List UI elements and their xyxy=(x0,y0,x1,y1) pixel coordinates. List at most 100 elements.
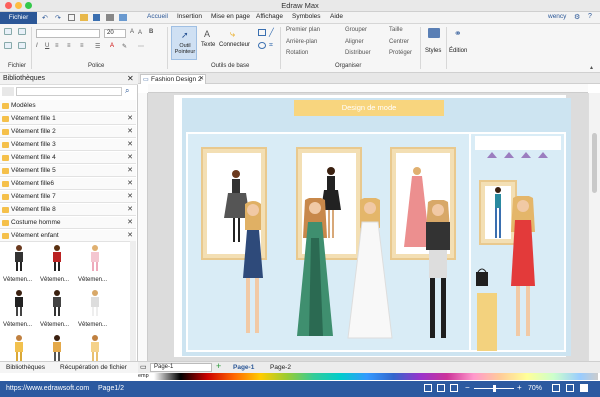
fit-width-icon[interactable] xyxy=(437,384,445,392)
rectangle-icon[interactable] xyxy=(258,29,266,36)
library-item-fille7[interactable]: Vêtement fille 7 ✕ xyxy=(0,191,136,203)
shrink-font-icon[interactable]: A xyxy=(138,30,142,36)
copy-icon[interactable] xyxy=(4,42,12,49)
bring-front-button[interactable]: Premier plan xyxy=(286,27,320,33)
text-options-icon[interactable]: ⋯ xyxy=(138,43,144,50)
library-item-fille1[interactable]: Vêtement fille 1 ✕ xyxy=(0,113,136,125)
bullets-icon[interactable]: ☰ xyxy=(95,43,100,50)
distribute-button[interactable]: Distribuer xyxy=(345,50,371,56)
library-item-vetement-enfant[interactable]: Vêtement enfant ✕ xyxy=(0,230,136,242)
close-icon[interactable]: ✕ xyxy=(127,153,133,161)
font-color-icon[interactable]: A xyxy=(110,43,114,49)
line-icon[interactable]: ╱ xyxy=(269,28,274,37)
close-icon[interactable]: ✕ xyxy=(127,205,133,213)
align-center-icon[interactable]: ≡ xyxy=(67,43,71,49)
menu-accueil[interactable]: Accueil xyxy=(147,13,168,20)
vertical-scrollbar[interactable] xyxy=(588,93,600,361)
font-size-combo[interactable]: 20 xyxy=(104,29,126,38)
close-icon[interactable]: ✕ xyxy=(127,127,133,135)
tab-fashion-design-2[interactable]: ▭ Fashion Design 2 ✕ xyxy=(140,74,206,84)
library-menu-icon[interactable] xyxy=(2,87,14,96)
handbag-shape[interactable] xyxy=(474,266,490,288)
redo-icon[interactable]: ↷ xyxy=(55,14,61,22)
crop-icon[interactable]: ⌗ xyxy=(269,42,273,50)
align-left-icon[interactable]: ≡ xyxy=(55,43,59,49)
cut-icon[interactable] xyxy=(4,28,12,35)
close-icon[interactable]: ✕ xyxy=(127,218,133,226)
open-icon[interactable] xyxy=(80,14,88,21)
page-tab-2[interactable]: Page-2 xyxy=(270,364,291,371)
export-icon[interactable] xyxy=(119,14,127,21)
italic-icon[interactable]: I xyxy=(36,43,38,49)
library-item-fille2[interactable]: Vêtement fille 2 ✕ xyxy=(0,126,136,138)
save-icon[interactable] xyxy=(93,14,100,21)
search-icon[interactable]: ⌕ xyxy=(125,86,129,96)
library-item-fille4[interactable]: Vêtement fille 4 ✕ xyxy=(0,152,136,164)
menu-aide[interactable]: Aide xyxy=(330,13,343,20)
settings-gear-icon[interactable]: ⚙ xyxy=(574,13,580,21)
page-list-icon[interactable]: ▭ xyxy=(140,363,147,371)
shape-thumbnail[interactable] xyxy=(42,288,72,318)
close-icon[interactable]: ✕ xyxy=(127,192,133,200)
highlight-icon[interactable]: ✎ xyxy=(122,43,127,50)
design-de-mode-banner[interactable]: Design de mode xyxy=(294,100,444,116)
bold-icon[interactable]: B xyxy=(149,29,153,35)
collapse-ribbon-icon[interactable]: ▴ xyxy=(590,64,593,71)
library-item-fille8[interactable]: Vêtement fille 8 ✕ xyxy=(0,204,136,216)
library-item-modeles[interactable]: Modèles xyxy=(0,100,136,112)
menu-symboles[interactable]: Symboles xyxy=(292,13,321,20)
format-painter-icon[interactable] xyxy=(18,42,26,49)
close-tab-icon[interactable]: ✕ xyxy=(199,75,204,84)
shape-thumbnail[interactable] xyxy=(42,333,72,363)
shape-thumbnail[interactable] xyxy=(80,333,110,363)
new-icon[interactable] xyxy=(68,14,75,21)
grid-icon[interactable] xyxy=(566,384,574,392)
library-scrollbar[interactable] xyxy=(130,241,136,361)
fichier-menu[interactable]: Fichier xyxy=(0,12,37,24)
page-select[interactable]: Page-1 xyxy=(150,363,212,372)
align-right-icon[interactable]: ≡ xyxy=(80,43,84,49)
close-icon[interactable]: ✕ xyxy=(127,114,133,122)
protect-button[interactable]: Protéger xyxy=(389,50,412,56)
align-button[interactable]: Aligner xyxy=(345,39,364,45)
font-family-combo[interactable] xyxy=(36,29,100,38)
zoom-slider-thumb[interactable] xyxy=(493,385,496,392)
color-palette[interactable]: emp xyxy=(138,373,600,381)
layout-icon[interactable] xyxy=(552,384,560,392)
library-item-fille3[interactable]: Vêtement fille 3 ✕ xyxy=(0,139,136,151)
color-swatches[interactable] xyxy=(154,373,598,380)
ellipse-icon[interactable] xyxy=(258,42,266,49)
menu-mise-en-page[interactable]: Mise en page xyxy=(211,13,250,20)
shape-thumbnail[interactable] xyxy=(42,243,72,273)
close-icon[interactable]: ✕ xyxy=(127,166,133,174)
tab-file-recovery[interactable]: Récupération de fichier xyxy=(60,364,127,371)
library-item-costume-homme[interactable]: Costume homme ✕ xyxy=(0,217,136,229)
shape-thumbnail[interactable] xyxy=(80,288,110,318)
fit-page-icon[interactable] xyxy=(424,384,432,392)
full-screen-icon[interactable] xyxy=(450,384,458,392)
rotation-button[interactable]: Rotation xyxy=(286,50,308,56)
grow-font-icon[interactable]: A xyxy=(130,29,134,35)
close-icon[interactable]: ✕ xyxy=(127,140,133,148)
shape-thumbnail[interactable] xyxy=(4,333,34,363)
model-green-gown[interactable] xyxy=(293,198,337,340)
shape-thumbnail[interactable] xyxy=(4,288,34,318)
model-red-dress[interactable] xyxy=(503,196,543,342)
pointer-tool-button[interactable]: ➚ Outil Pointeur xyxy=(171,26,197,60)
print-icon[interactable] xyxy=(106,14,114,21)
styles-button[interactable]: Styles xyxy=(424,26,444,60)
size-button[interactable]: Taille xyxy=(389,27,403,33)
menu-insertion[interactable]: Insertion xyxy=(177,13,202,20)
connector-tool-button[interactable]: ⤷ Connecteur xyxy=(219,26,253,60)
paste-icon[interactable] xyxy=(18,28,26,35)
website-link[interactable]: https://www.edrawsoft.com xyxy=(6,385,89,392)
model-navy-dress[interactable] xyxy=(233,200,273,340)
text-tool-button[interactable]: A Texte xyxy=(200,26,218,60)
model-white-gown[interactable] xyxy=(346,198,394,340)
undo-icon[interactable]: ↶ xyxy=(42,14,48,22)
tab-libraries[interactable]: Bibliothèques xyxy=(6,364,45,371)
close-icon[interactable]: ✕ xyxy=(127,231,133,239)
group-button[interactable]: Grouper xyxy=(345,27,367,33)
edition-button[interactable]: ⚭ Édition xyxy=(448,26,470,60)
add-page-icon[interactable]: + xyxy=(216,361,221,371)
